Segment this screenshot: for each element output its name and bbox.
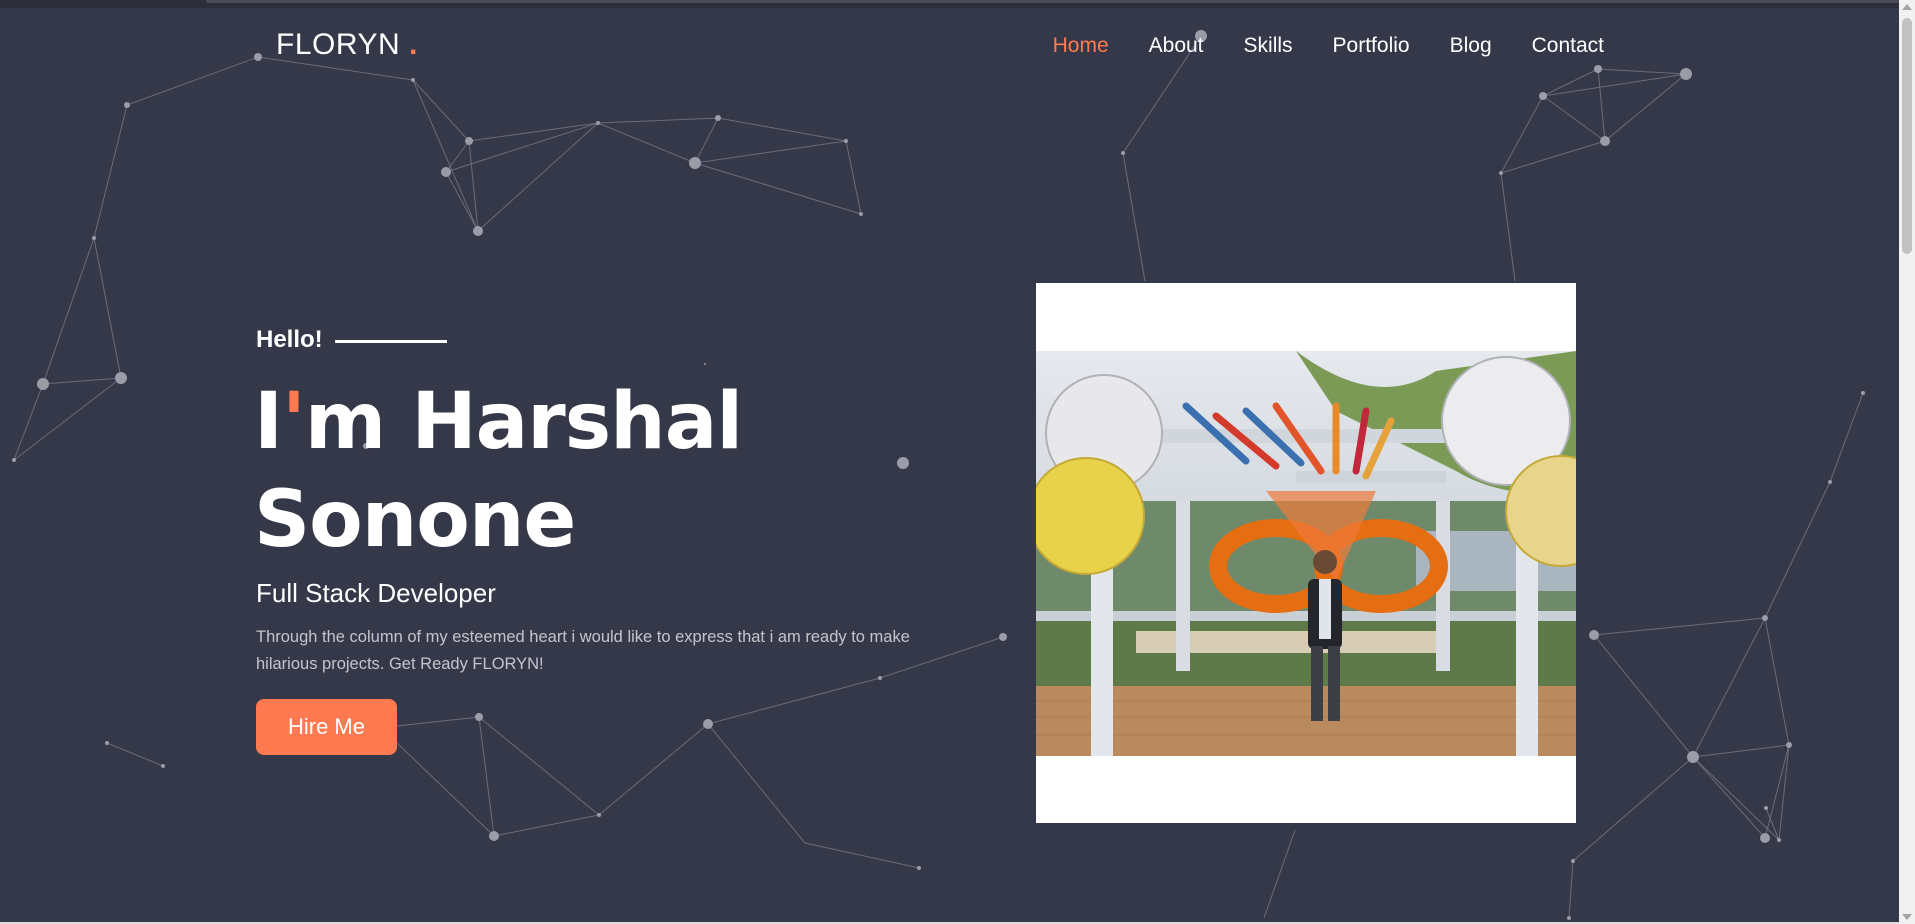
nav-about[interactable]: About: [1149, 34, 1204, 58]
scrollbar[interactable]: [1899, 0, 1915, 924]
chevron-up-icon[interactable]: [1902, 4, 1912, 10]
greeting-text: Hello!: [256, 326, 323, 353]
brand-dot: .: [409, 28, 418, 61]
nav-skills[interactable]: Skills: [1244, 34, 1293, 58]
name-first: m Harshal: [304, 377, 743, 467]
nav-portfolio[interactable]: Portfolio: [1333, 34, 1410, 58]
chevron-down-icon[interactable]: [1902, 914, 1912, 920]
name-i: I: [254, 377, 283, 467]
greeting-line: [334, 339, 447, 343]
hero-role: Full Stack Developer: [256, 578, 496, 608]
scrollbar-thumb[interactable]: [1902, 18, 1912, 254]
profile-photo: [1036, 351, 1576, 756]
profile-photo-frame: [1036, 283, 1576, 823]
brand-logo[interactable]: FLORYN .: [276, 28, 418, 62]
nav-blog[interactable]: Blog: [1450, 34, 1492, 58]
hero-greeting: Hello!: [256, 326, 447, 354]
hire-me-button[interactable]: Hire Me: [256, 699, 397, 755]
main-nav: Home About Skills Portfolio Blog Contact: [1053, 34, 1604, 58]
name-apostrophe: ': [282, 377, 306, 467]
hero-name-line-1: I'm Harshal: [254, 383, 743, 461]
nav-contact[interactable]: Contact: [1532, 34, 1604, 58]
brand-name: FLORYN: [276, 28, 401, 61]
hero-name-line-2: Sonone: [254, 475, 576, 565]
hero-description: Through the column of my esteemed heart …: [256, 628, 910, 673]
nav-home[interactable]: Home: [1053, 34, 1109, 58]
